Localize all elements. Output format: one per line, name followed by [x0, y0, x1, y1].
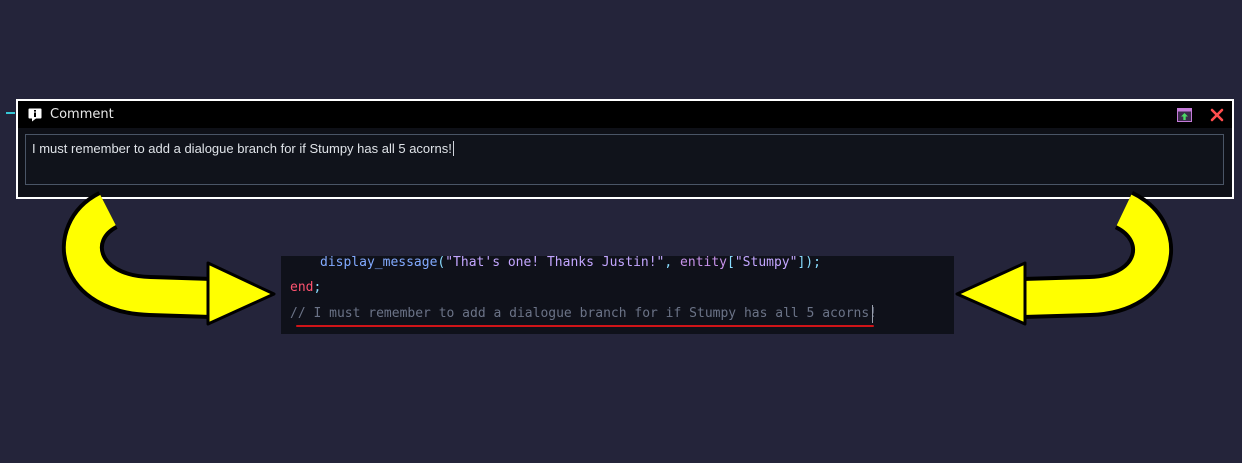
code-line-3: // I must remember to add a dialogue bra… [290, 306, 877, 321]
string-literal: "Stumpy" [734, 255, 798, 270]
code-line-1: display_message("That's one! Thanks Just… [320, 255, 821, 270]
variable-name: entity [680, 255, 728, 270]
code-comment: // I must remember to add a dialogue bra… [290, 306, 877, 321]
punctuation: , [664, 255, 681, 270]
punctuation: ; [313, 280, 322, 295]
code-editor[interactable]: display_message("That's one! Thanks Just… [281, 255, 954, 334]
right-arrow-icon [955, 191, 1173, 326]
arrows-layer [62, 191, 1173, 326]
left-arrow-icon [62, 191, 276, 326]
code-line-2: end; [290, 280, 321, 295]
punctuation: ]); [797, 255, 821, 270]
function-name: display_message [320, 255, 438, 270]
code-caret [872, 305, 873, 323]
keyword: end [290, 280, 314, 295]
string-literal: "That's one! Thanks Justin!" [445, 255, 665, 270]
punctuation: [ [727, 255, 735, 270]
red-underline [296, 325, 874, 327]
